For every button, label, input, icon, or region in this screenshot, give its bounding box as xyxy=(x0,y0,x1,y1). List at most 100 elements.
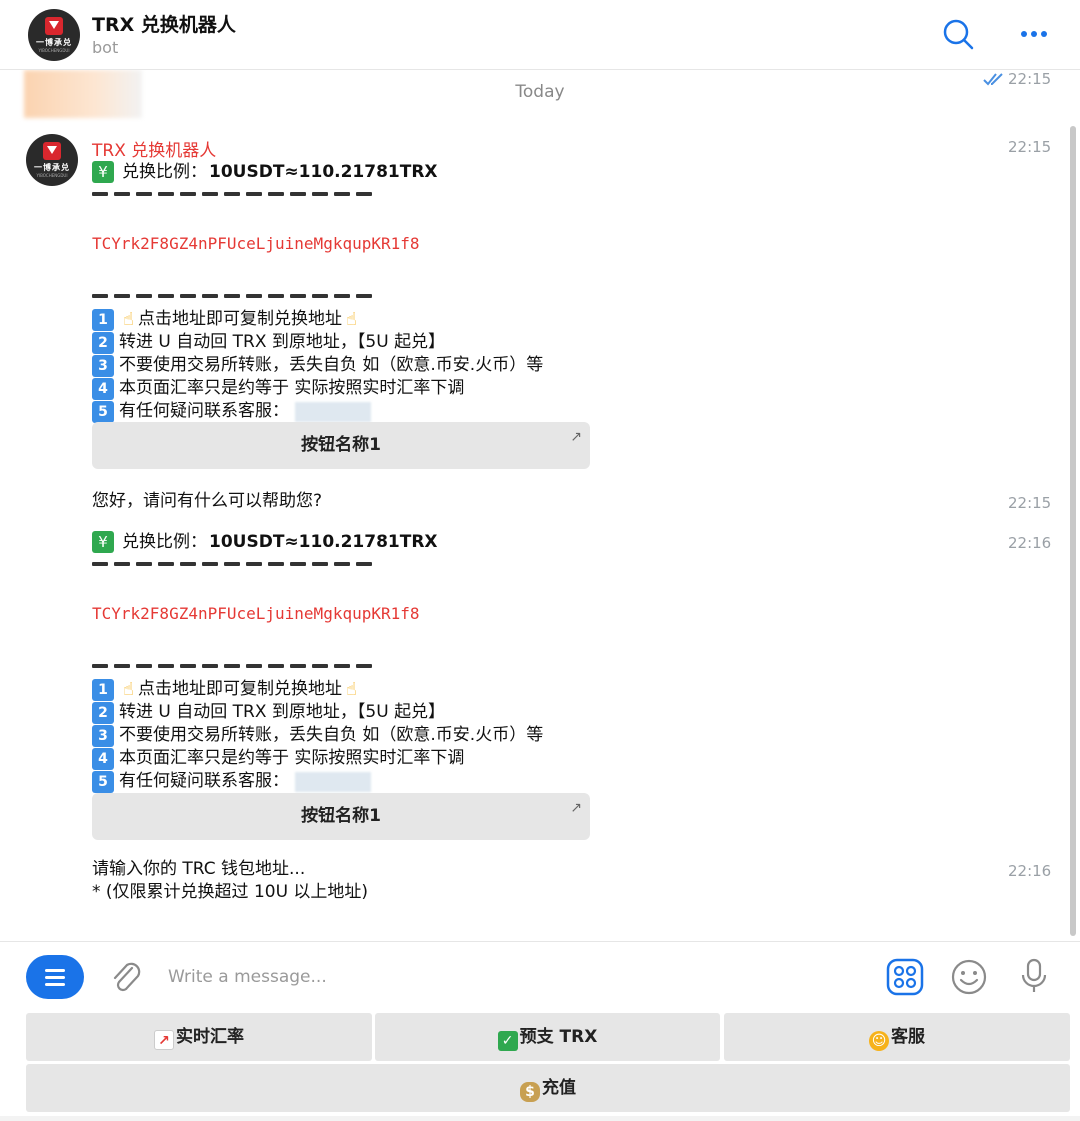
step-text: 转进 U 自动回 TRX 到原地址，【5U 起兑】 xyxy=(119,702,446,722)
keycap-4-icon: 4 xyxy=(92,377,114,400)
rate-value: 10USDT≈110.21781TRX xyxy=(209,161,438,182)
avatar-logo-text: 一博承兑 xyxy=(36,38,72,47)
bot-menu-button[interactable] xyxy=(26,955,84,999)
rate-label: 兑换比例： xyxy=(122,161,207,182)
search-icon[interactable] xyxy=(940,14,976,54)
external-link-icon: ↗ xyxy=(570,800,582,816)
dash-divider xyxy=(92,190,632,198)
wallet-prompt-note: * (仅限累计兑换超过 10U 以上地址) xyxy=(92,882,369,902)
step-text: 本页面汇率只是约等于 实际按照实时汇率下调 xyxy=(119,378,465,398)
inline-button[interactable]: 按钮名称1 ↗ xyxy=(92,793,590,840)
list-item: 3 不要使用交易所转账，丢失自负 如（欧意.币安.火币）等 xyxy=(92,724,632,747)
list-item: 1 ☝ 点击地址即可复制兑换地址 ☝ xyxy=(92,678,632,701)
keyboard-button-advance-trx[interactable]: ✓ 预支 TRX xyxy=(375,1013,720,1061)
paperclip-icon[interactable] xyxy=(108,958,144,998)
double-check-icon xyxy=(983,73,1003,86)
pointing-hand-icon: ☝ xyxy=(123,309,134,330)
redacted-contact xyxy=(295,771,371,792)
chat-title[interactable]: TRX 兑换机器人 xyxy=(92,10,236,37)
step-text: 有任何疑问联系客服： xyxy=(119,771,289,791)
step-text: 不要使用交易所转账，丢失自负 如（欧意.币安.火币）等 xyxy=(119,725,544,745)
message-time: 22:16 xyxy=(1008,862,1052,880)
keyboard-button-label: 充值 xyxy=(542,1078,576,1098)
inline-button-label: 按钮名称1 xyxy=(301,435,381,455)
logo-icon xyxy=(43,142,61,160)
step-text: 不要使用交易所转账，丢失自负 如（欧意.币安.火币）等 xyxy=(119,355,544,375)
list-item: 2 转进 U 自动回 TRX 到原地址，【5U 起兑】 xyxy=(92,701,632,724)
message-time: 22:15 xyxy=(1008,138,1052,156)
rate-message: ¥ 兑换比例： 10USDT≈110.21781TRX TCYrk2F8GZ4n… xyxy=(92,160,632,423)
avatar-logo-subtext: YIBOCHENGDUI xyxy=(36,173,68,178)
dash-divider xyxy=(92,662,632,670)
sent-message-time: 22:15 xyxy=(1008,70,1052,88)
previous-message-peek xyxy=(24,70,142,118)
step-text: 有任何疑问联系客服： xyxy=(119,401,289,421)
avatar-logo-text: 一博承兑 xyxy=(34,163,70,172)
rate-value: 10USDT≈110.21781TRX xyxy=(209,531,438,552)
pointing-hand-icon: ☝ xyxy=(345,679,357,700)
list-item: 4 本页面汇率只是约等于 实际按照实时汇率下调 xyxy=(92,377,632,400)
wallet-address[interactable]: TCYrk2F8GZ4nPFUceLjuineMgkqupKR1f8 xyxy=(92,602,632,626)
wallet-prompt-line: 请输入你的 TRC 钱包地址... xyxy=(92,859,306,879)
pointing-hand-icon: ☝ xyxy=(123,679,134,700)
chart-check-icon: ¥ xyxy=(92,161,114,183)
rate-message: ¥ 兑换比例： 10USDT≈110.21781TRX TCYrk2F8GZ4n… xyxy=(92,530,632,793)
person-icon: ☺ xyxy=(869,1031,889,1051)
rate-line: ¥ 兑换比例： 10USDT≈110.21781TRX xyxy=(92,160,632,184)
external-link-icon: ↗ xyxy=(570,429,582,445)
emoji-icon[interactable] xyxy=(950,958,988,996)
dash-divider xyxy=(92,292,632,300)
message-list[interactable]: 22:15 Today 一博承兑 YIBOCHENGDUI TRX 兑换机器人 … xyxy=(0,70,1080,940)
step-text: 转进 U 自动回 TRX 到原地址，【5U 起兑】 xyxy=(119,332,446,352)
keycap-5-icon: 5 xyxy=(92,770,114,793)
logo-icon xyxy=(45,17,63,35)
more-options-icon[interactable] xyxy=(1016,14,1052,54)
date-separator: Today xyxy=(515,82,565,102)
list-item: 2 转进 U 自动回 TRX 到原地址，【5U 起兑】 xyxy=(92,331,632,354)
list-item: 3 不要使用交易所转账，丢失自负 如（欧意.币安.火币）等 xyxy=(92,354,632,377)
keycap-1-icon: 1 xyxy=(92,308,114,331)
step-text: 点击地址即可复制兑换地址 xyxy=(137,309,342,329)
list-item: 4 本页面汇率只是约等于 实际按照实时汇率下调 xyxy=(92,747,632,770)
keycap-2-icon: 2 xyxy=(92,331,114,354)
bot-avatar[interactable]: 一博承兑 YIBOCHENGDUI xyxy=(28,9,80,61)
microphone-icon[interactable] xyxy=(1016,956,1052,996)
keycap-2-icon: 2 xyxy=(92,701,114,724)
redacted-contact xyxy=(295,401,371,422)
keyboard-button-rate[interactable]: ↗ 实时汇率 xyxy=(26,1013,372,1061)
chat-subtitle: bot xyxy=(92,38,119,57)
message-input[interactable] xyxy=(168,960,848,994)
keycap-3-icon: 3 xyxy=(92,354,114,377)
rate-line: ¥ 兑换比例： 10USDT≈110.21781TRX xyxy=(92,530,632,554)
step-text: 点击地址即可复制兑换地址 xyxy=(137,679,342,699)
keyboard-button-label: 预支 TRX xyxy=(519,1027,598,1047)
list-item: 5 有任何疑问联系客服： xyxy=(92,400,632,423)
inline-button[interactable]: 按钮名称1 ↗ xyxy=(92,422,590,469)
chart-check-icon: ¥ xyxy=(92,531,114,553)
step-text: 本页面汇率只是约等于 实际按照实时汇率下调 xyxy=(119,748,465,768)
wallet-address[interactable]: TCYrk2F8GZ4nPFUceLjuineMgkqupKR1f8 xyxy=(92,232,632,256)
rate-label: 兑换比例： xyxy=(122,531,207,552)
message-time: 22:15 xyxy=(1008,494,1052,512)
keycap-3-icon: 3 xyxy=(92,724,114,747)
greeting-message: 您好，请问有什么可以帮助您? xyxy=(92,491,323,511)
chat-scrollbar[interactable] xyxy=(1070,126,1076,936)
keyboard-button-support[interactable]: ☺ 客服 xyxy=(724,1013,1070,1061)
keyboard-button-recharge[interactable]: $ 充值 xyxy=(26,1064,1070,1112)
inline-button-label: 按钮名称1 xyxy=(301,806,381,826)
chart-icon: ↗ xyxy=(154,1030,174,1050)
instruction-list: 1 ☝ 点击地址即可复制兑换地址 ☝ 2 转进 U 自动回 TRX 到原地址，【… xyxy=(92,308,632,423)
sender-name[interactable]: TRX 兑换机器人 xyxy=(92,136,216,161)
keyboard-button-label: 客服 xyxy=(891,1027,925,1047)
instruction-list: 1 ☝ 点击地址即可复制兑换地址 ☝ 2 转进 U 自动回 TRX 到原地址，【… xyxy=(92,678,632,793)
avatar-logo-subtext: YIBOCHENGDUI xyxy=(38,48,70,53)
bot-commands-icon[interactable] xyxy=(886,958,924,996)
keycap-4-icon: 4 xyxy=(92,747,114,770)
message-composer xyxy=(0,941,1080,1011)
window-bottom-edge xyxy=(0,1116,1080,1121)
message-time: 22:16 xyxy=(1008,534,1052,552)
sender-avatar[interactable]: 一博承兑 YIBOCHENGDUI xyxy=(26,134,78,186)
pointing-hand-icon: ☝ xyxy=(345,309,357,330)
list-item: 1 ☝ 点击地址即可复制兑换地址 ☝ xyxy=(92,308,632,331)
list-item: 5 有任何疑问联系客服： xyxy=(92,770,632,793)
